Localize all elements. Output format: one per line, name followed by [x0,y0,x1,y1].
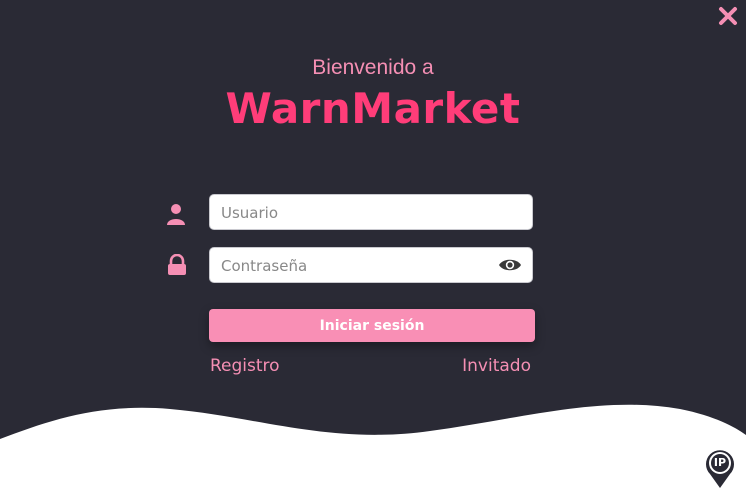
ip-logo: IP [704,447,736,489]
password-input[interactable] [219,248,493,284]
username-input[interactable] [219,195,493,231]
welcome-text: Bienvenido a [312,56,434,79]
guest-link[interactable]: Invitado [462,356,531,376]
password-field-container [209,247,533,284]
bottom-wave [0,404,746,497]
register-link[interactable]: Registro [210,356,280,376]
ip-logo-text: IP [713,456,727,469]
login-button[interactable]: Iniciar sesión [209,309,535,342]
username-field-container [209,194,533,231]
eye-icon[interactable] [498,257,522,273]
lock-icon [168,254,186,275]
close-button[interactable] [718,6,738,26]
user-icon [167,204,185,225]
close-icon [719,7,737,25]
brand-title: WarnMarket [225,84,521,133]
